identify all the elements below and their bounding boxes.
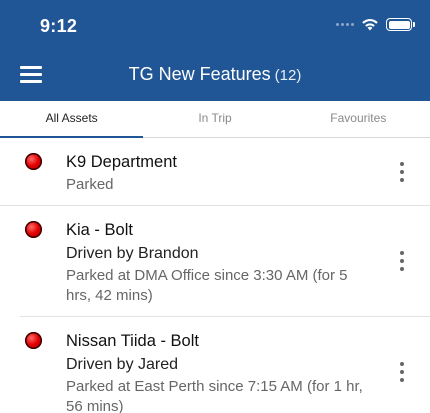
- wifi-icon: [362, 19, 378, 31]
- asset-status: Parked: [66, 176, 114, 193]
- status-bar-icons: [336, 18, 415, 31]
- asset-count: (12): [274, 67, 302, 84]
- status-indicator-icon: [25, 153, 42, 170]
- asset-status: Parked at East Perth since 7:15 AM (for …: [66, 378, 363, 413]
- status-bar-time: 9:12: [40, 16, 78, 36]
- cellular-signal-icon: [336, 23, 354, 26]
- status-indicator-icon: [25, 332, 42, 349]
- asset-list: K9 Department Parked Kia - Bolt Driven b…: [0, 138, 430, 413]
- asset-name: Nissan Tiida - Bolt: [66, 332, 199, 350]
- asset-name: K9 Department: [66, 153, 177, 171]
- more-options-icon[interactable]: [398, 251, 406, 271]
- asset-driver: Driven by Brandon: [66, 245, 199, 262]
- asset-row[interactable]: Nissan Tiida - Bolt Driven by Jared Park…: [20, 317, 430, 413]
- asset-status: Parked at DMA Office since 3:30 AM (for …: [66, 267, 348, 304]
- asset-driver: Driven by Jared: [66, 356, 179, 373]
- tab-all-assets[interactable]: All Assets: [0, 101, 144, 138]
- more-options-icon[interactable]: [398, 362, 406, 382]
- tab-in-trip[interactable]: In Trip: [143, 101, 286, 137]
- asset-name: Kia - Bolt: [66, 221, 133, 239]
- tab-bar: All Assets In Trip Favourites: [0, 101, 430, 138]
- asset-row[interactable]: Kia - Bolt Driven by Brandon Parked at D…: [20, 206, 430, 317]
- app-header: 9:12 TG New Features (12): [0, 0, 430, 101]
- battery-icon: [386, 18, 415, 31]
- more-options-icon[interactable]: [398, 161, 406, 182]
- status-indicator-icon: [25, 221, 42, 238]
- page-title-text: TG New Features: [128, 64, 271, 84]
- tab-favourites[interactable]: Favourites: [287, 101, 430, 137]
- page-title: TG New Features (12): [0, 64, 430, 85]
- asset-row[interactable]: K9 Department Parked: [0, 138, 430, 206]
